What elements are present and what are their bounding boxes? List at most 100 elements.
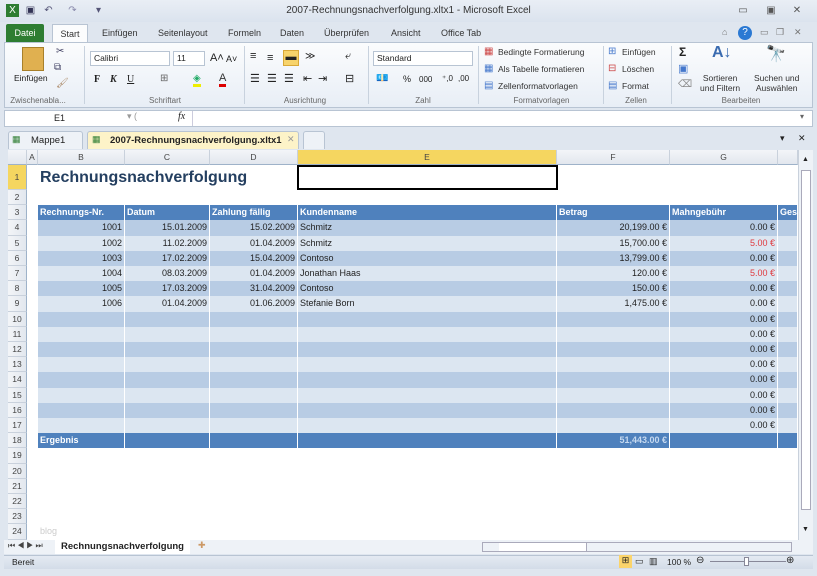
table-cell[interactable]: 0.00 € [670,281,778,297]
table-cell[interactable]: 1005 [38,281,125,297]
row-header[interactable]: 10 [8,311,27,327]
table-cell[interactable]: 01.06.2009 [210,296,298,312]
table-cell[interactable]: 01.04.2009 [210,235,298,251]
row-header[interactable]: 11 [8,326,27,342]
table-cell[interactable] [778,235,798,251]
table-cell[interactable]: 150.00 € [557,281,670,297]
paste-icon[interactable] [22,47,44,71]
table-cell[interactable]: 01.04.2009 [210,266,298,282]
table-cell[interactable]: Schmitz [298,235,557,251]
table-cell[interactable]: 15.01.2009 [125,220,210,236]
table-cell[interactable]: 0.00 € [670,326,778,342]
table-cell[interactable] [210,387,298,403]
percent-button[interactable]: % [403,74,411,84]
row-header[interactable]: 16 [8,402,27,418]
table-cell[interactable] [557,418,670,434]
table-cell[interactable]: 1004 [38,266,125,282]
vertical-scrollbar[interactable]: ▲ ▼ [798,150,813,540]
table-cell[interactable] [125,342,210,358]
underline-button[interactable]: U [127,74,134,85]
table-cell[interactable] [38,326,125,342]
table-cell[interactable] [298,402,557,418]
table-cell[interactable] [210,418,298,434]
tab-view[interactable]: Ansicht [385,24,427,42]
column-header[interactable]: E [298,150,557,165]
align-left-icon[interactable]: ☰ [250,72,260,85]
format-cells-button[interactable]: Format [622,81,649,91]
fill-icon[interactable]: ▣ [678,62,688,75]
table-cell[interactable] [557,372,670,388]
page-layout-view-icon[interactable]: ▭ [635,556,644,567]
zoom-in-icon[interactable]: ⊕ [786,555,794,566]
autosum-button[interactable]: Σ [679,45,686,59]
table-cell[interactable] [778,311,798,327]
column-header[interactable]: F [557,150,670,165]
table-cell[interactable] [38,387,125,403]
table-cell[interactable]: 17.03.2009 [125,281,210,297]
table-cell[interactable]: 120.00 € [557,266,670,282]
decrease-decimal-icon[interactable]: ,00 [458,74,469,83]
table-cell[interactable]: 0.00 € [670,220,778,236]
table-cell[interactable] [210,326,298,342]
row-header[interactable]: 22 [8,494,27,510]
row-header[interactable]: 24 [8,524,27,540]
column-header[interactable]: D [210,150,298,165]
zoom-slider-thumb[interactable] [744,557,749,566]
insert-sheet-icon[interactable]: ✚ [198,540,206,551]
table-cell[interactable]: 1003 [38,250,125,266]
doc-close-icon[interactable]: ✕ [794,27,802,38]
table-cell[interactable]: 0.00 € [670,418,778,434]
formula-input[interactable] [192,111,796,126]
column-header[interactable]: C [125,150,210,165]
table-cell[interactable] [557,342,670,358]
table-cell[interactable]: 5.00 € [670,266,778,282]
table-cell[interactable] [778,418,798,434]
name-box[interactable]: E1 [6,111,121,126]
table-cell[interactable]: 08.03.2009 [125,266,210,282]
row-header[interactable]: 13 [8,357,27,373]
find-select-icon[interactable]: 🔭 [766,44,786,64]
table-cell[interactable] [778,402,798,418]
tab-list-icon[interactable]: ▾ [780,133,785,144]
cut-icon[interactable]: ✂ [56,46,64,57]
tab-data[interactable]: Daten [274,24,310,42]
tab-formulas[interactable]: Formeln [222,24,267,42]
table-cell[interactable] [557,311,670,327]
grow-font-icon[interactable]: A˄ [210,52,224,64]
currency-icon[interactable]: 💶 [376,73,388,84]
conditional-format-icon[interactable]: ▦ [484,46,493,57]
table-header-cell[interactable]: Mahngebühr [670,205,778,221]
table-cell[interactable] [298,311,557,327]
sort-filter-icon[interactable]: A↓ [712,44,732,62]
close-tab-icon[interactable]: ✕ [287,134,295,145]
delete-cells-button[interactable]: Löschen [622,64,654,74]
table-cell[interactable] [298,357,557,373]
row-header[interactable]: 17 [8,418,27,434]
format-cells-icon[interactable]: ▤ [608,80,617,91]
table-cell[interactable]: 0.00 € [670,387,778,403]
table-cell[interactable] [778,281,798,297]
decrease-indent-icon[interactable]: ⇤ [303,72,312,85]
table-cell[interactable]: 1001 [38,220,125,236]
zoom-out-icon[interactable]: ⊖ [696,555,704,566]
table-cell[interactable] [778,357,798,373]
shrink-font-icon[interactable]: A˅ [226,54,237,64]
close-icon[interactable]: ✕ [790,5,804,16]
table-cell[interactable]: 1002 [38,235,125,251]
column-header[interactable]: A [27,150,38,165]
insert-cells-icon[interactable]: ⊞ [608,46,616,57]
tab-file[interactable]: Datei [6,24,44,42]
table-cell[interactable]: 15,700.00 € [557,235,670,251]
row-header[interactable]: 4 [8,220,27,236]
row-header[interactable]: 21 [8,478,27,494]
insert-cells-button[interactable]: Einfügen [622,47,656,57]
ribbon-collapse-icon[interactable]: ⌂ [722,27,727,37]
insert-function-button[interactable]: fx [178,111,185,122]
table-cell[interactable]: 0.00 € [670,357,778,373]
vertical-scroll-thumb[interactable] [801,170,811,510]
table-cell[interactable]: 01.04.2009 [125,296,210,312]
table-cell[interactable]: Jonathan Haas [298,266,557,282]
cell-styles-icon[interactable]: ▤ [484,80,493,91]
align-bottom-icon[interactable]: ▬ [283,50,299,66]
table-cell[interactable]: 5.00 € [670,235,778,251]
